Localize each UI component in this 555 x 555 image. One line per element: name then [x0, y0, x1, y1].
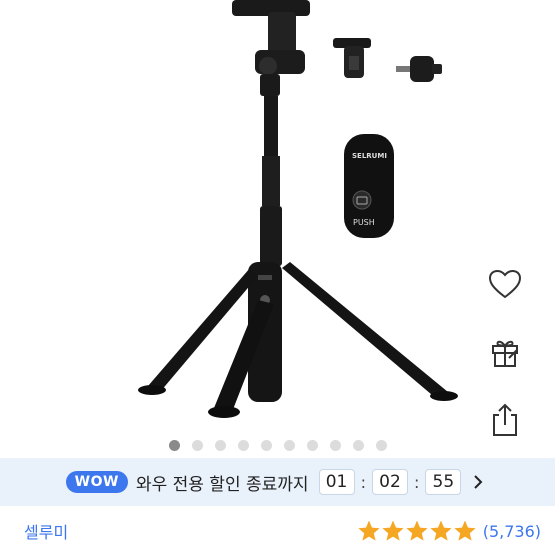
star-icon — [406, 520, 428, 541]
carousel-dot[interactable] — [352, 439, 364, 451]
heart-icon — [488, 269, 522, 299]
star-icon — [358, 520, 380, 541]
countdown-separator: : — [413, 472, 420, 492]
carousel-dot[interactable] — [237, 439, 249, 451]
wow-discount-banner[interactable]: WOW 와우 전용 할인 종료까지 01 : 02 : 55 — [0, 458, 555, 506]
carousel-dot[interactable] — [283, 439, 295, 451]
gift-button[interactable] — [483, 330, 527, 374]
wow-badge: WOW — [65, 471, 128, 493]
wishlist-button[interactable] — [483, 262, 527, 306]
carousel-dot[interactable] — [375, 439, 387, 451]
product-info-row: 셀루미 (5,736) — [0, 514, 555, 548]
carousel-dot[interactable] — [260, 439, 272, 451]
carousel-dot[interactable] — [214, 439, 226, 451]
wow-discount-text: 와우 전용 할인 종료까지 — [135, 474, 309, 495]
side-actions — [483, 262, 527, 442]
remote-push-label: PUSH — [353, 218, 375, 227]
carousel-indicator — [0, 434, 555, 456]
seller-link[interactable]: 셀루미 — [24, 519, 68, 543]
star-icon — [454, 520, 476, 541]
carousel-dot[interactable] — [168, 439, 180, 451]
remote-brand-label: SELRUMI — [352, 152, 387, 160]
countdown-minutes: 02 — [371, 469, 408, 495]
share-icon — [493, 403, 517, 436]
gift-icon — [492, 340, 518, 367]
carousel-dot[interactable] — [191, 439, 203, 451]
review-count[interactable]: (5,736) — [483, 522, 541, 541]
star-rating — [357, 519, 477, 543]
countdown-seconds: 55 — [425, 469, 462, 495]
star-icon — [430, 520, 452, 541]
carousel-dot[interactable] — [306, 439, 318, 451]
countdown-separator: : — [360, 472, 366, 492]
chevron-right-icon[interactable] — [473, 472, 489, 492]
product-image[interactable]: SELRUMI PUSH — [0, 0, 555, 430]
countdown-hours: 01 — [318, 469, 355, 495]
carousel-dot[interactable] — [329, 439, 341, 451]
star-icon — [382, 520, 404, 541]
selfie-stick-tripod-image — [138, 0, 458, 418]
rating-summary[interactable]: (5,736) — [357, 519, 541, 543]
